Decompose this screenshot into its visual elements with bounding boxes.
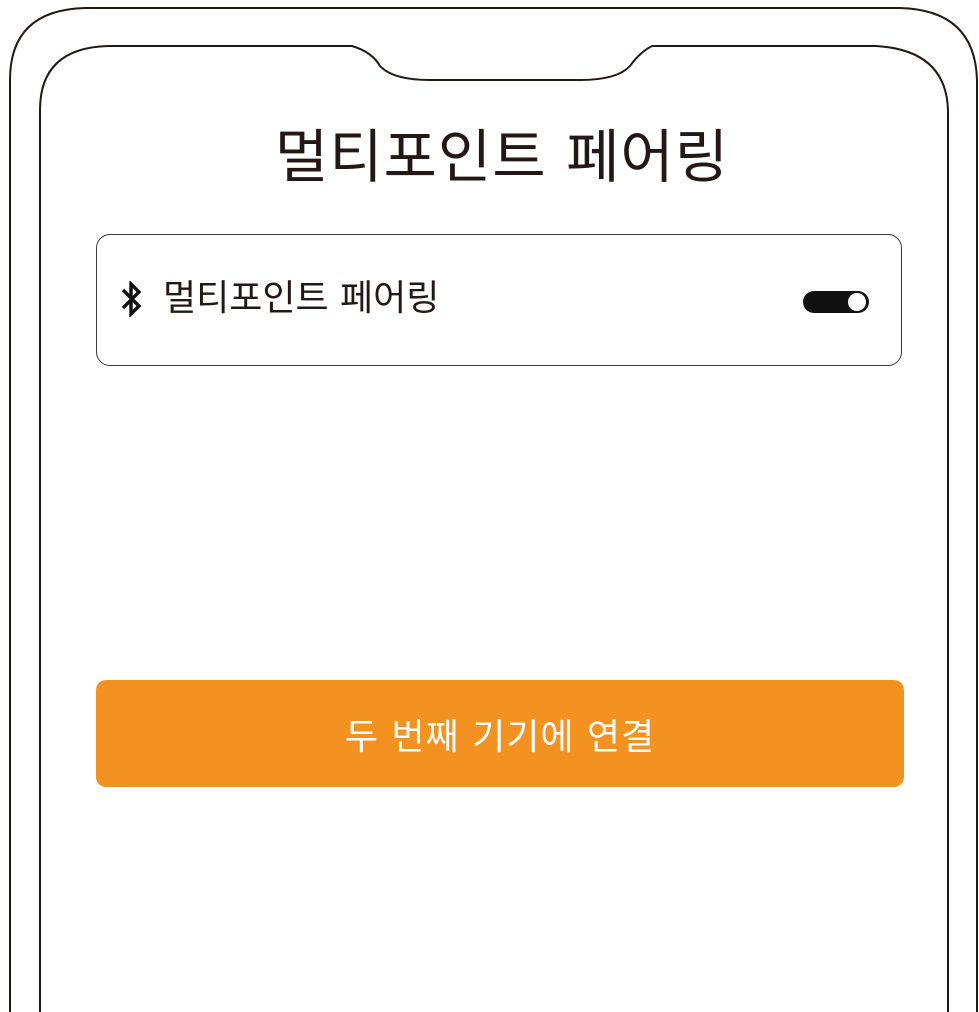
- connect-second-device-button[interactable]: 두 번째 기기에 연결: [96, 680, 904, 787]
- page-title: 멀티포인트 페어링: [274, 123, 730, 191]
- bluetooth-icon: [121, 281, 142, 317]
- toggle-knob: [848, 293, 866, 311]
- multipoint-pairing-label: 멀티포인트 페어링: [163, 278, 440, 319]
- multipoint-toggle[interactable]: [803, 291, 869, 313]
- phone-screen: 멀티포인트 페어링 멀티포인트 페어링 두 번째 기기에 연결: [0, 0, 979, 1012]
- multipoint-pairing-row[interactable]: 멀티포인트 페어링: [96, 234, 902, 366]
